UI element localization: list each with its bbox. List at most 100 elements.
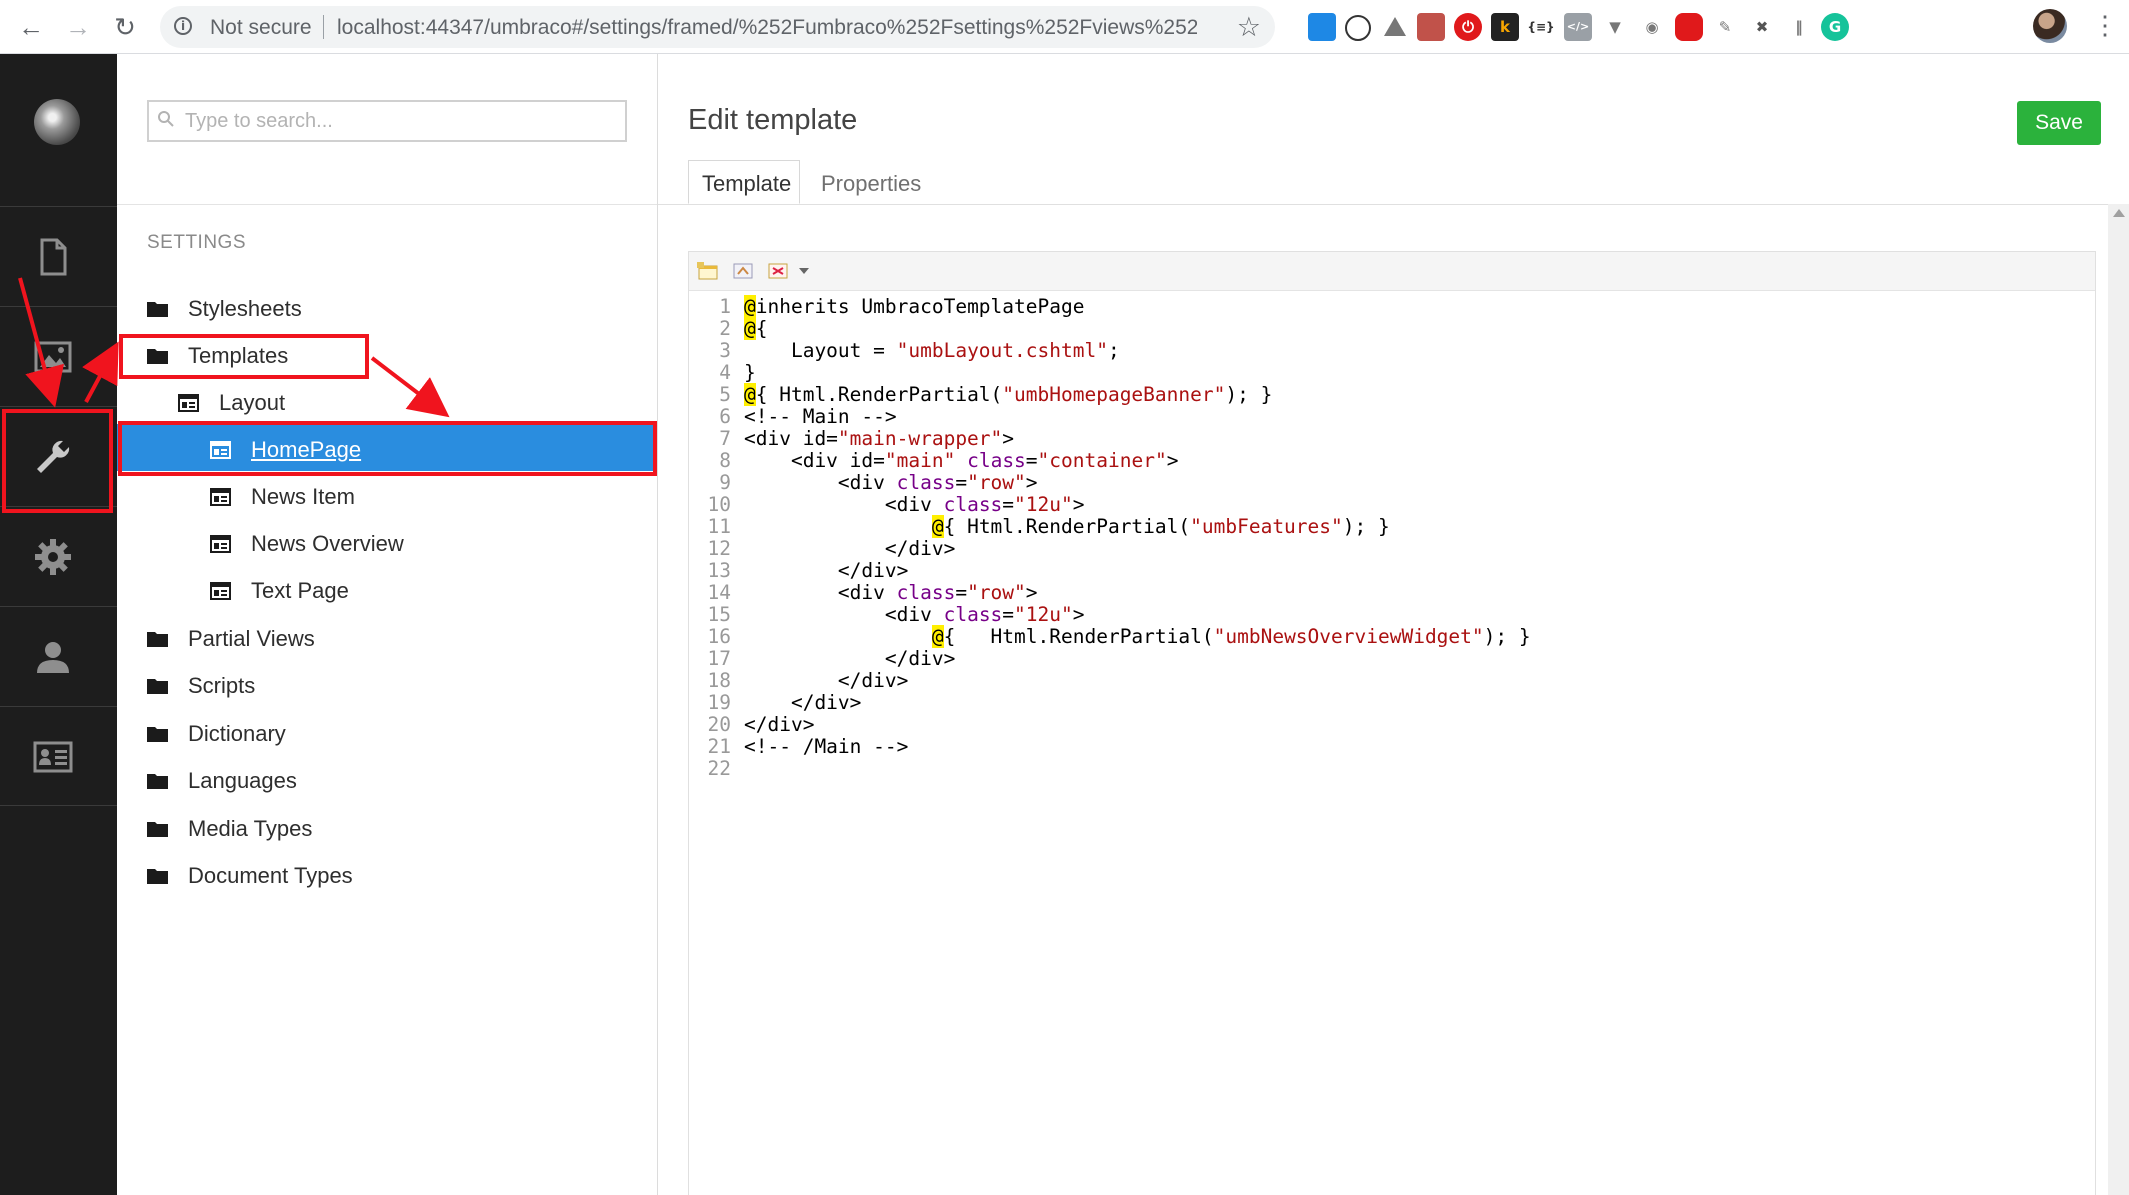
- code-text: }: [744, 361, 756, 384]
- security-label: Not secure: [210, 16, 312, 39]
- search-icon: [158, 111, 174, 127]
- code-line: 22: [689, 758, 2095, 780]
- line-number: 4: [719, 361, 731, 384]
- save-button[interactable]: Save: [2017, 101, 2101, 145]
- section-media[interactable]: [0, 306, 117, 406]
- code-toolbar: [689, 252, 2095, 291]
- line-number: 21: [707, 735, 731, 758]
- section-members[interactable]: [0, 706, 117, 806]
- extension-bars-icon[interactable]: ‖: [1785, 13, 1813, 41]
- extension-x-icon[interactable]: ✖: [1748, 13, 1776, 41]
- section-content[interactable]: [0, 206, 117, 306]
- code-line: 20 </div>: [689, 714, 2095, 736]
- line-number: 14: [707, 581, 731, 604]
- code-line: 6 <!-- Main -->: [689, 406, 2095, 428]
- insert-macro-icon[interactable]: [732, 262, 754, 280]
- extension-power-icon[interactable]: ⏻: [1454, 13, 1482, 41]
- code-line: 8 <div id="main" class="container">: [689, 450, 2095, 472]
- extension-1password-icon[interactable]: [1345, 15, 1371, 41]
- code-line: 16 @{ Html.RenderPartial("umbNewsOvervie…: [689, 625, 2095, 648]
- tab-template[interactable]: Template: [688, 160, 800, 204]
- search-input[interactable]: [185, 109, 615, 133]
- code-line: 19 </div>: [689, 692, 2095, 714]
- code-text: </div>: [744, 559, 909, 582]
- extension-pdf-icon[interactable]: [1417, 13, 1445, 41]
- document-icon: [40, 238, 67, 276]
- line-number: 15: [707, 603, 731, 626]
- address-bar[interactable]: i Not secure localhost:44347/umbraco#/se…: [160, 6, 1275, 48]
- insert-dictionary-icon[interactable]: [767, 262, 789, 280]
- code-text: @{ Html.RenderPartial("umbFeatures"); }: [931, 515, 1390, 538]
- tree-item-label: Dictionary: [188, 721, 286, 746]
- line-number: 22: [707, 757, 731, 780]
- tree-header: [117, 54, 657, 205]
- line-number: 11: [707, 515, 731, 538]
- insert-field-icon[interactable]: [697, 262, 719, 280]
- code-line: 17 </div>: [689, 648, 2095, 670]
- extension-grammarly-icon[interactable]: G: [1821, 13, 1849, 41]
- annotation-box-homepage: [118, 421, 657, 476]
- browser-toolbar: ← → ↻ i Not secure localhost:44347/umbra…: [0, 0, 2129, 54]
- folder-icon: [147, 632, 168, 647]
- search-box[interactable]: [147, 100, 627, 142]
- code-text: <div class="12u">: [744, 493, 1085, 516]
- tree-item-label: Languages: [188, 768, 297, 793]
- code-text: @inherits UmbracoTemplatePage: [744, 295, 1085, 318]
- code-content[interactable]: 1 @inherits UmbracoTemplatePage 2 @{ 3 Lay…: [689, 295, 2095, 780]
- browser-menu-icon[interactable]: ⋮: [2092, 10, 2118, 41]
- extension-shield-icon[interactable]: [1675, 13, 1703, 41]
- scrollbar[interactable]: [2108, 204, 2129, 1195]
- reload-icon[interactable]: ↻: [110, 13, 140, 41]
- line-number: 1: [719, 295, 731, 318]
- code-editor[interactable]: 1 @inherits UmbracoTemplatePage 2 @{ 3 Lay…: [688, 251, 2096, 1195]
- template-icon: [210, 582, 231, 600]
- code-text: </div>: [744, 647, 956, 670]
- editor-header: Edit template Save Template Properties: [658, 54, 2129, 205]
- extension-code-icon[interactable]: </>: [1564, 13, 1592, 41]
- folder-icon: [147, 679, 168, 694]
- line-number: 18: [707, 669, 731, 692]
- user-icon: [37, 642, 69, 673]
- url-text[interactable]: localhost:44347/umbraco#/settings/framed…: [337, 16, 1197, 40]
- tree-item-label: Media Types: [188, 816, 313, 841]
- scroll-up-arrow-icon[interactable]: [2113, 209, 2125, 217]
- extension-json-icon[interactable]: {≡}: [1527, 13, 1555, 41]
- extension-edit-icon[interactable]: ✎: [1711, 13, 1739, 41]
- line-number: 20: [707, 713, 731, 736]
- forward-arrow-icon[interactable]: →: [63, 13, 93, 41]
- extension-vue-icon[interactable]: ▼: [1601, 13, 1629, 41]
- code-line: 15 <div class="12u">: [689, 604, 2095, 626]
- tree-item-label: Document Types: [188, 863, 353, 888]
- line-number: 19: [707, 691, 731, 714]
- editor-area: Edit template Save Template Properties 1…: [658, 54, 2129, 1195]
- extension-window-icon[interactable]: [1308, 13, 1336, 41]
- code-line: 12 </div>: [689, 538, 2095, 560]
- code-text: @{ Html.RenderPartial("umbNewsOverviewWi…: [931, 625, 1531, 648]
- tree-section-title: SETTINGS: [147, 232, 247, 253]
- section-users[interactable]: [0, 606, 117, 706]
- code-text: </div>: [744, 537, 956, 560]
- line-number: 9: [719, 471, 731, 494]
- line-number: 16: [707, 625, 731, 648]
- folder-icon: [147, 727, 168, 742]
- avatar[interactable]: [34, 99, 80, 145]
- extension-k-icon[interactable]: k: [1491, 13, 1519, 41]
- code-line: 9 <div class="row">: [689, 472, 2095, 494]
- line-number: 5: [719, 383, 731, 406]
- tab-properties[interactable]: Properties: [808, 160, 948, 204]
- back-arrow-icon[interactable]: ←: [16, 13, 46, 41]
- tree-item-label: Partial Views: [188, 626, 315, 651]
- code-line: 21 <!-- /Main -->: [689, 736, 2095, 758]
- folder-icon: [147, 869, 168, 884]
- tree-item-label: Stylesheets: [188, 296, 302, 321]
- annotation-box-settings: [2, 409, 113, 513]
- chevron-down-icon[interactable]: [799, 268, 809, 274]
- info-icon[interactable]: i: [174, 17, 192, 35]
- section-developer[interactable]: [0, 506, 117, 606]
- browser-profile-avatar[interactable]: [2033, 9, 2067, 43]
- code-line: 13 </div>: [689, 560, 2095, 582]
- extension-drive-icon[interactable]: [1381, 13, 1409, 41]
- tree-item-label: Text Page: [251, 578, 349, 603]
- extension-camera-icon[interactable]: ◉: [1638, 13, 1666, 41]
- bookmark-star-icon[interactable]: ☆: [1237, 12, 1261, 43]
